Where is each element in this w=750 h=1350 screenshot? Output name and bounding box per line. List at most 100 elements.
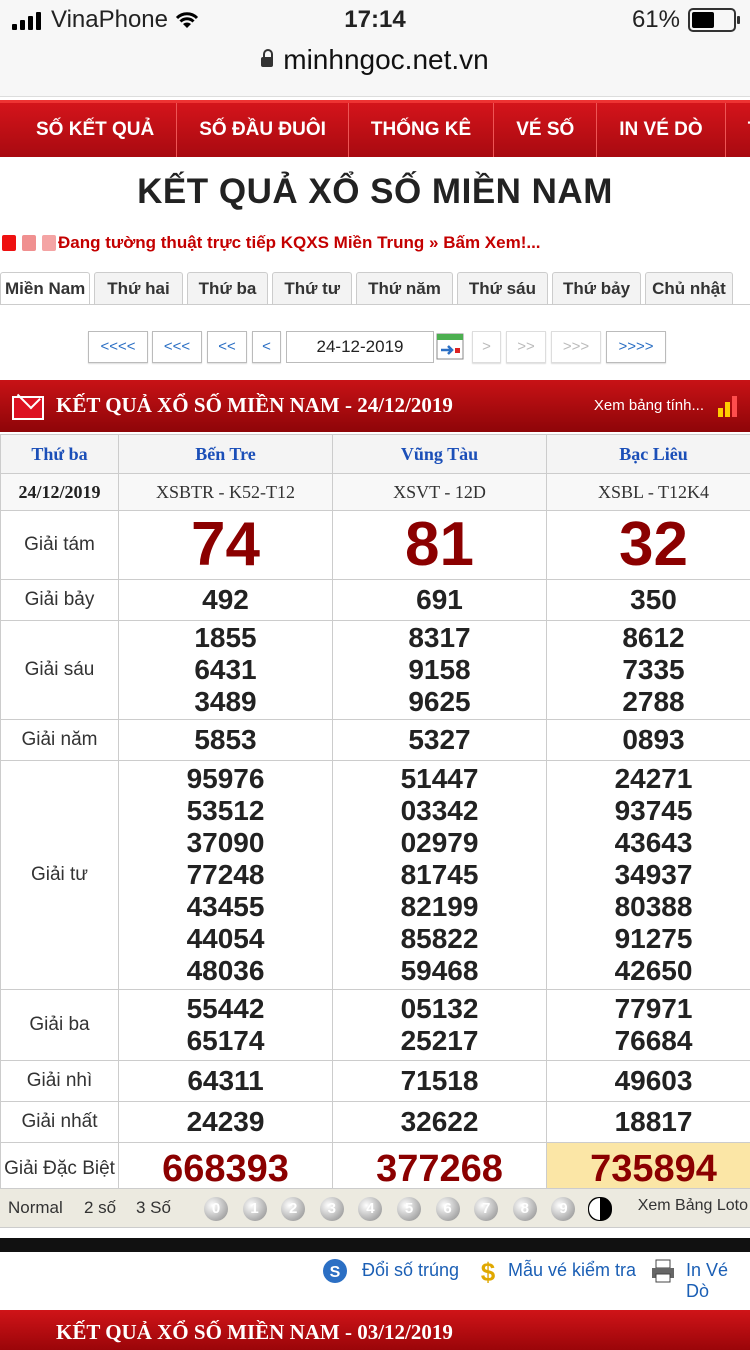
pager-back2-button[interactable]: << — [207, 331, 247, 363]
calc-table-link[interactable]: Xem bảng tính... — [594, 397, 704, 414]
digit-5-button[interactable]: 5 — [397, 1197, 421, 1221]
loto-toolbar: Normal 2 số 3 Số 0123456789 Xem Bảng Lot… — [0, 1188, 750, 1228]
prize-number: 82199 — [333, 891, 546, 923]
province-0[interactable]: Bến Tre — [119, 435, 333, 474]
prize-label: Giải nhì — [1, 1061, 119, 1102]
svg-text:S: S — [330, 1264, 341, 1281]
live-ticker[interactable]: Đang tường thuật trực tiếp KQXS Miền Tru… — [0, 230, 750, 256]
prize-cell: 0893 — [547, 720, 750, 761]
digit-9-button[interactable]: 9 — [551, 1197, 575, 1221]
tab-thu-bay[interactable]: Thứ bảy — [552, 272, 641, 304]
digit-8-button[interactable]: 8 — [513, 1197, 537, 1221]
prize-row: Giải ba554426517405132252177797176684 — [1, 990, 750, 1061]
pager-back3-button[interactable]: <<< — [152, 331, 202, 363]
prize-number: 43643 — [547, 827, 750, 859]
digit-4-button[interactable]: 4 — [358, 1197, 382, 1221]
exchange-icon[interactable]: S — [322, 1258, 348, 1284]
prize-cell: 185564313489 — [119, 621, 333, 720]
prize-row: Giải tám748132 — [1, 511, 750, 580]
address-bar[interactable]: minhngoc.net.vn — [0, 40, 750, 97]
prize-cell: 5544265174 — [119, 990, 333, 1061]
prize-label: Giải năm — [1, 720, 119, 761]
prize-number: 18817 — [547, 1106, 750, 1138]
prize-number: 53512 — [119, 795, 332, 827]
mau-ve-link[interactable]: Mẫu vé kiểm tra — [508, 1260, 636, 1281]
tab-chu-nhat[interactable]: Chủ nhật — [645, 272, 733, 304]
digit-0-button[interactable]: 0 — [204, 1197, 228, 1221]
lock-icon — [261, 57, 273, 67]
bottom-links: S Đổi số trúng $ Mẫu vé kiểm tra In Vé D… — [0, 1258, 750, 1288]
table-header-row: Thứ baBến TreVũng TàuBạc Liêu — [1, 435, 750, 474]
page-title: KẾT QUẢ XỔ SỐ MIỀN NAM — [0, 172, 750, 212]
envelope-icon — [12, 396, 44, 420]
doi-so-trung-link[interactable]: Đổi số trúng — [362, 1260, 459, 1281]
prize-label: Giải ba — [1, 990, 119, 1061]
menu-more[interactable]: TH — [725, 103, 750, 157]
ticket-code-1: XSVT - 12D — [333, 474, 547, 511]
result-title: KẾT QUẢ XỔ SỐ MIỀN NAM - 24/12/2019 — [56, 393, 453, 418]
date-input[interactable]: 24-12-2019 — [286, 331, 434, 363]
menu-so-ket-qua[interactable]: SỐ KẾT QUẢ — [0, 103, 176, 157]
loto-3so-button[interactable]: 3 Số — [136, 1195, 171, 1221]
pager-fwd2-button[interactable]: >> — [506, 331, 546, 363]
digit-2-button[interactable]: 2 — [281, 1197, 305, 1221]
prize-row: Giải năm585353270893 — [1, 720, 750, 761]
tab-thu-nam[interactable]: Thứ năm — [356, 272, 453, 304]
pager-prev-button[interactable]: < — [252, 331, 281, 363]
prize-number: 91275 — [547, 923, 750, 955]
battery-percent: 61% — [632, 6, 680, 34]
digit-7-button[interactable]: 7 — [474, 1197, 498, 1221]
pager-next-button[interactable]: > — [472, 331, 501, 363]
printer-icon[interactable] — [650, 1258, 676, 1284]
yin-yang-icon[interactable] — [588, 1197, 612, 1221]
tab-thu-hai[interactable]: Thứ hai — [94, 272, 182, 304]
tab-thu-tu[interactable]: Thứ tư — [272, 272, 352, 304]
battery-icon — [688, 8, 736, 32]
menu-in-ve-do[interactable]: IN VÉ DÒ — [596, 103, 724, 157]
calendar-icon[interactable] — [436, 331, 464, 361]
province-1[interactable]: Vũng Tàu — [333, 435, 547, 474]
menu-ve-so[interactable]: VÉ SỐ — [493, 103, 596, 157]
tab-mien-nam[interactable]: Miền Nam — [0, 272, 90, 304]
loto-2so-button[interactable]: 2 số — [84, 1195, 116, 1221]
prize-number: 81745 — [333, 859, 546, 891]
menu-so-dau-duoi[interactable]: SỐ ĐẦU ĐUÔI — [176, 103, 348, 157]
digit-3-button[interactable]: 3 — [320, 1197, 344, 1221]
prize-cell: 71518 — [333, 1061, 547, 1102]
in-ve-do-link[interactable]: In Vé Dò — [686, 1260, 750, 1302]
prize-cell: 32622 — [333, 1102, 547, 1143]
bar-chart-icon[interactable] — [716, 392, 742, 418]
prize-cell: 7797176684 — [547, 990, 750, 1061]
tab-thu-sau[interactable]: Thứ sáu — [457, 272, 548, 304]
prize-number: 74 — [119, 512, 332, 578]
next-result-title: KẾT QUẢ XỔ SỐ MIỀN NAM - 03/12/2019 — [56, 1320, 453, 1345]
prize-number: 03342 — [333, 795, 546, 827]
date-pager: <<<< <<< << < 24-12-2019 > >> >>> >>>> — [0, 331, 750, 365]
loto-normal-button[interactable]: Normal — [8, 1195, 63, 1221]
pager-last-button[interactable]: >>>> — [606, 331, 666, 363]
prize-number: 77971 — [547, 993, 750, 1025]
prize-cell: 831791589625 — [333, 621, 547, 720]
prize-number: 691 — [333, 584, 546, 616]
menu-thong-ke[interactable]: THỐNG KÊ — [348, 103, 493, 157]
prize-number: 25217 — [333, 1025, 546, 1057]
prize-cell: 49603 — [547, 1061, 750, 1102]
prize-number: 5327 — [333, 724, 546, 756]
loto-view-link[interactable]: Xem Bảng Loto — [638, 1197, 748, 1215]
prize-number: 49603 — [547, 1065, 750, 1097]
prize-number: 93745 — [547, 795, 750, 827]
province-2[interactable]: Bạc Liêu — [547, 435, 750, 474]
prize-cell: 51447033420297981745821998582259468 — [333, 761, 547, 990]
url-text[interactable]: minhngoc.net.vn — [283, 44, 488, 75]
prize-cell: 24239 — [119, 1102, 333, 1143]
tab-thu-ba[interactable]: Thứ ba — [187, 272, 269, 304]
dollar-icon[interactable]: $ — [476, 1258, 502, 1284]
ticker-text[interactable]: Đang tường thuật trực tiếp KQXS Miền Tru… — [58, 233, 541, 253]
digit-1-button[interactable]: 1 — [243, 1197, 267, 1221]
prize-number: 5853 — [119, 724, 332, 756]
pager-first-button[interactable]: <<<< — [88, 331, 148, 363]
digit-6-button[interactable]: 6 — [436, 1197, 460, 1221]
prize-number: 76684 — [547, 1025, 750, 1057]
pager-fwd3-button[interactable]: >>> — [551, 331, 601, 363]
ticker-dot-icon — [2, 235, 16, 251]
